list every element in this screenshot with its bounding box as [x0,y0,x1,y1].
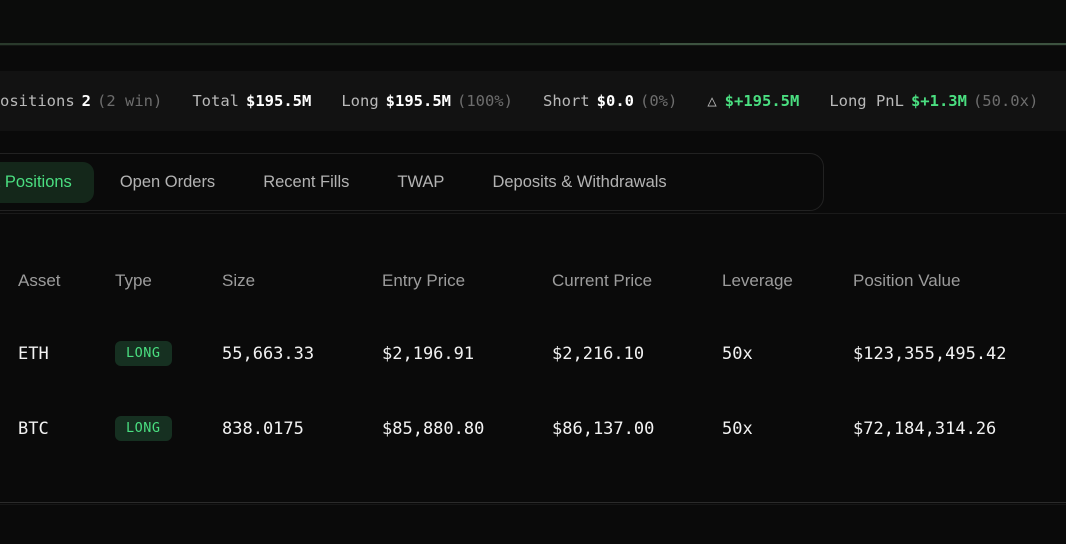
tab-recent-fills[interactable]: Recent Fills [241,162,371,203]
stat-label: Long [341,92,378,110]
column-header-size: Size [222,271,382,291]
stat-long-pnl: Long PnL $+1.3M (50.0x) [829,92,1038,110]
stat-delta-icon: △ $+195.5M [707,92,799,110]
cell-position-value: $123,355,495.42 [853,344,1066,364]
column-header-leverage: Leverage [722,271,853,291]
bottom-divider [0,502,1066,503]
stat-short: Short $0.0 (0%) [543,92,677,110]
column-header-position-value: Position Value [853,271,1066,291]
top-strip [0,0,1066,44]
cell-current-price: $86,137.00 [552,419,722,439]
stat-value: 2 [82,92,91,110]
cell-size: 838.0175 [222,419,382,439]
stat-sub-value: (50.0x) [973,92,1038,110]
stat-ositions: ositions 2 (2 win) [0,92,162,110]
portfolio-stats-bar: ositions 2 (2 win) Total $195.5M Long $195.5M (… [0,71,1066,131]
stat-label: Total [192,92,239,110]
tab-asset-positions[interactable]: Asset Positions [0,162,94,203]
stat-sub-value: (2 win) [97,92,162,110]
column-header-entry-price: Entry Price [382,271,552,291]
tab-twap[interactable]: TWAP [375,162,466,203]
stat-value: $0.0 [597,92,634,110]
position-side-badge: LONG [115,341,172,366]
stat-label: Long PnL [829,92,904,110]
cell-asset: BTC [18,419,115,439]
stat-value: $195.5M [246,92,311,110]
stat-long: Long $195.5M (100%) [341,92,513,110]
positions-table: Asset Type Size Entry Price Current Pric… [0,246,1066,466]
cell-current-price: $2,216.10 [552,344,722,364]
column-header-asset: Asset [18,271,115,291]
cell-entry-price: $85,880.80 [382,419,552,439]
stat-value: $+1.3M [911,92,967,110]
cell-type: LONG [115,416,222,441]
sub-divider [0,45,1066,46]
cell-leverage: 50x [722,419,853,439]
delta-icon: △ [707,92,716,110]
tab-bar-underline [0,213,1066,214]
stat-sub-value: (100%) [457,92,513,110]
position-side-badge: LONG [115,416,172,441]
stat-value: $+195.5M [725,92,800,110]
table-row[interactable]: ETH LONG 55,663.33 $2,196.91 $2,216.10 5… [0,316,1066,391]
column-header-current-price: Current Price [552,271,722,291]
column-header-type: Type [115,271,222,291]
stat-value: $195.5M [386,92,451,110]
stat-total: Total $195.5M [192,92,311,110]
cell-position-value: $72,184,314.26 [853,419,1066,439]
bottom-area [0,505,1066,544]
cell-size: 55,663.33 [222,344,382,364]
stat-sub-value: (0%) [640,92,677,110]
tab-open-orders[interactable]: Open Orders [98,162,237,203]
table-row[interactable]: BTC LONG 838.0175 $85,880.80 $86,137.00 … [0,391,1066,466]
cell-type: LONG [115,341,222,366]
table-header-row: Asset Type Size Entry Price Current Pric… [0,246,1066,316]
stat-label: ositions [0,92,75,110]
cell-entry-price: $2,196.91 [382,344,552,364]
tab-bar: Asset PositionsOpen OrdersRecent FillsTW… [0,153,824,211]
tab-deposits-withdrawals[interactable]: Deposits & Withdrawals [470,162,688,203]
cell-asset: ETH [18,344,115,364]
cell-leverage: 50x [722,344,853,364]
stat-label: Short [543,92,590,110]
